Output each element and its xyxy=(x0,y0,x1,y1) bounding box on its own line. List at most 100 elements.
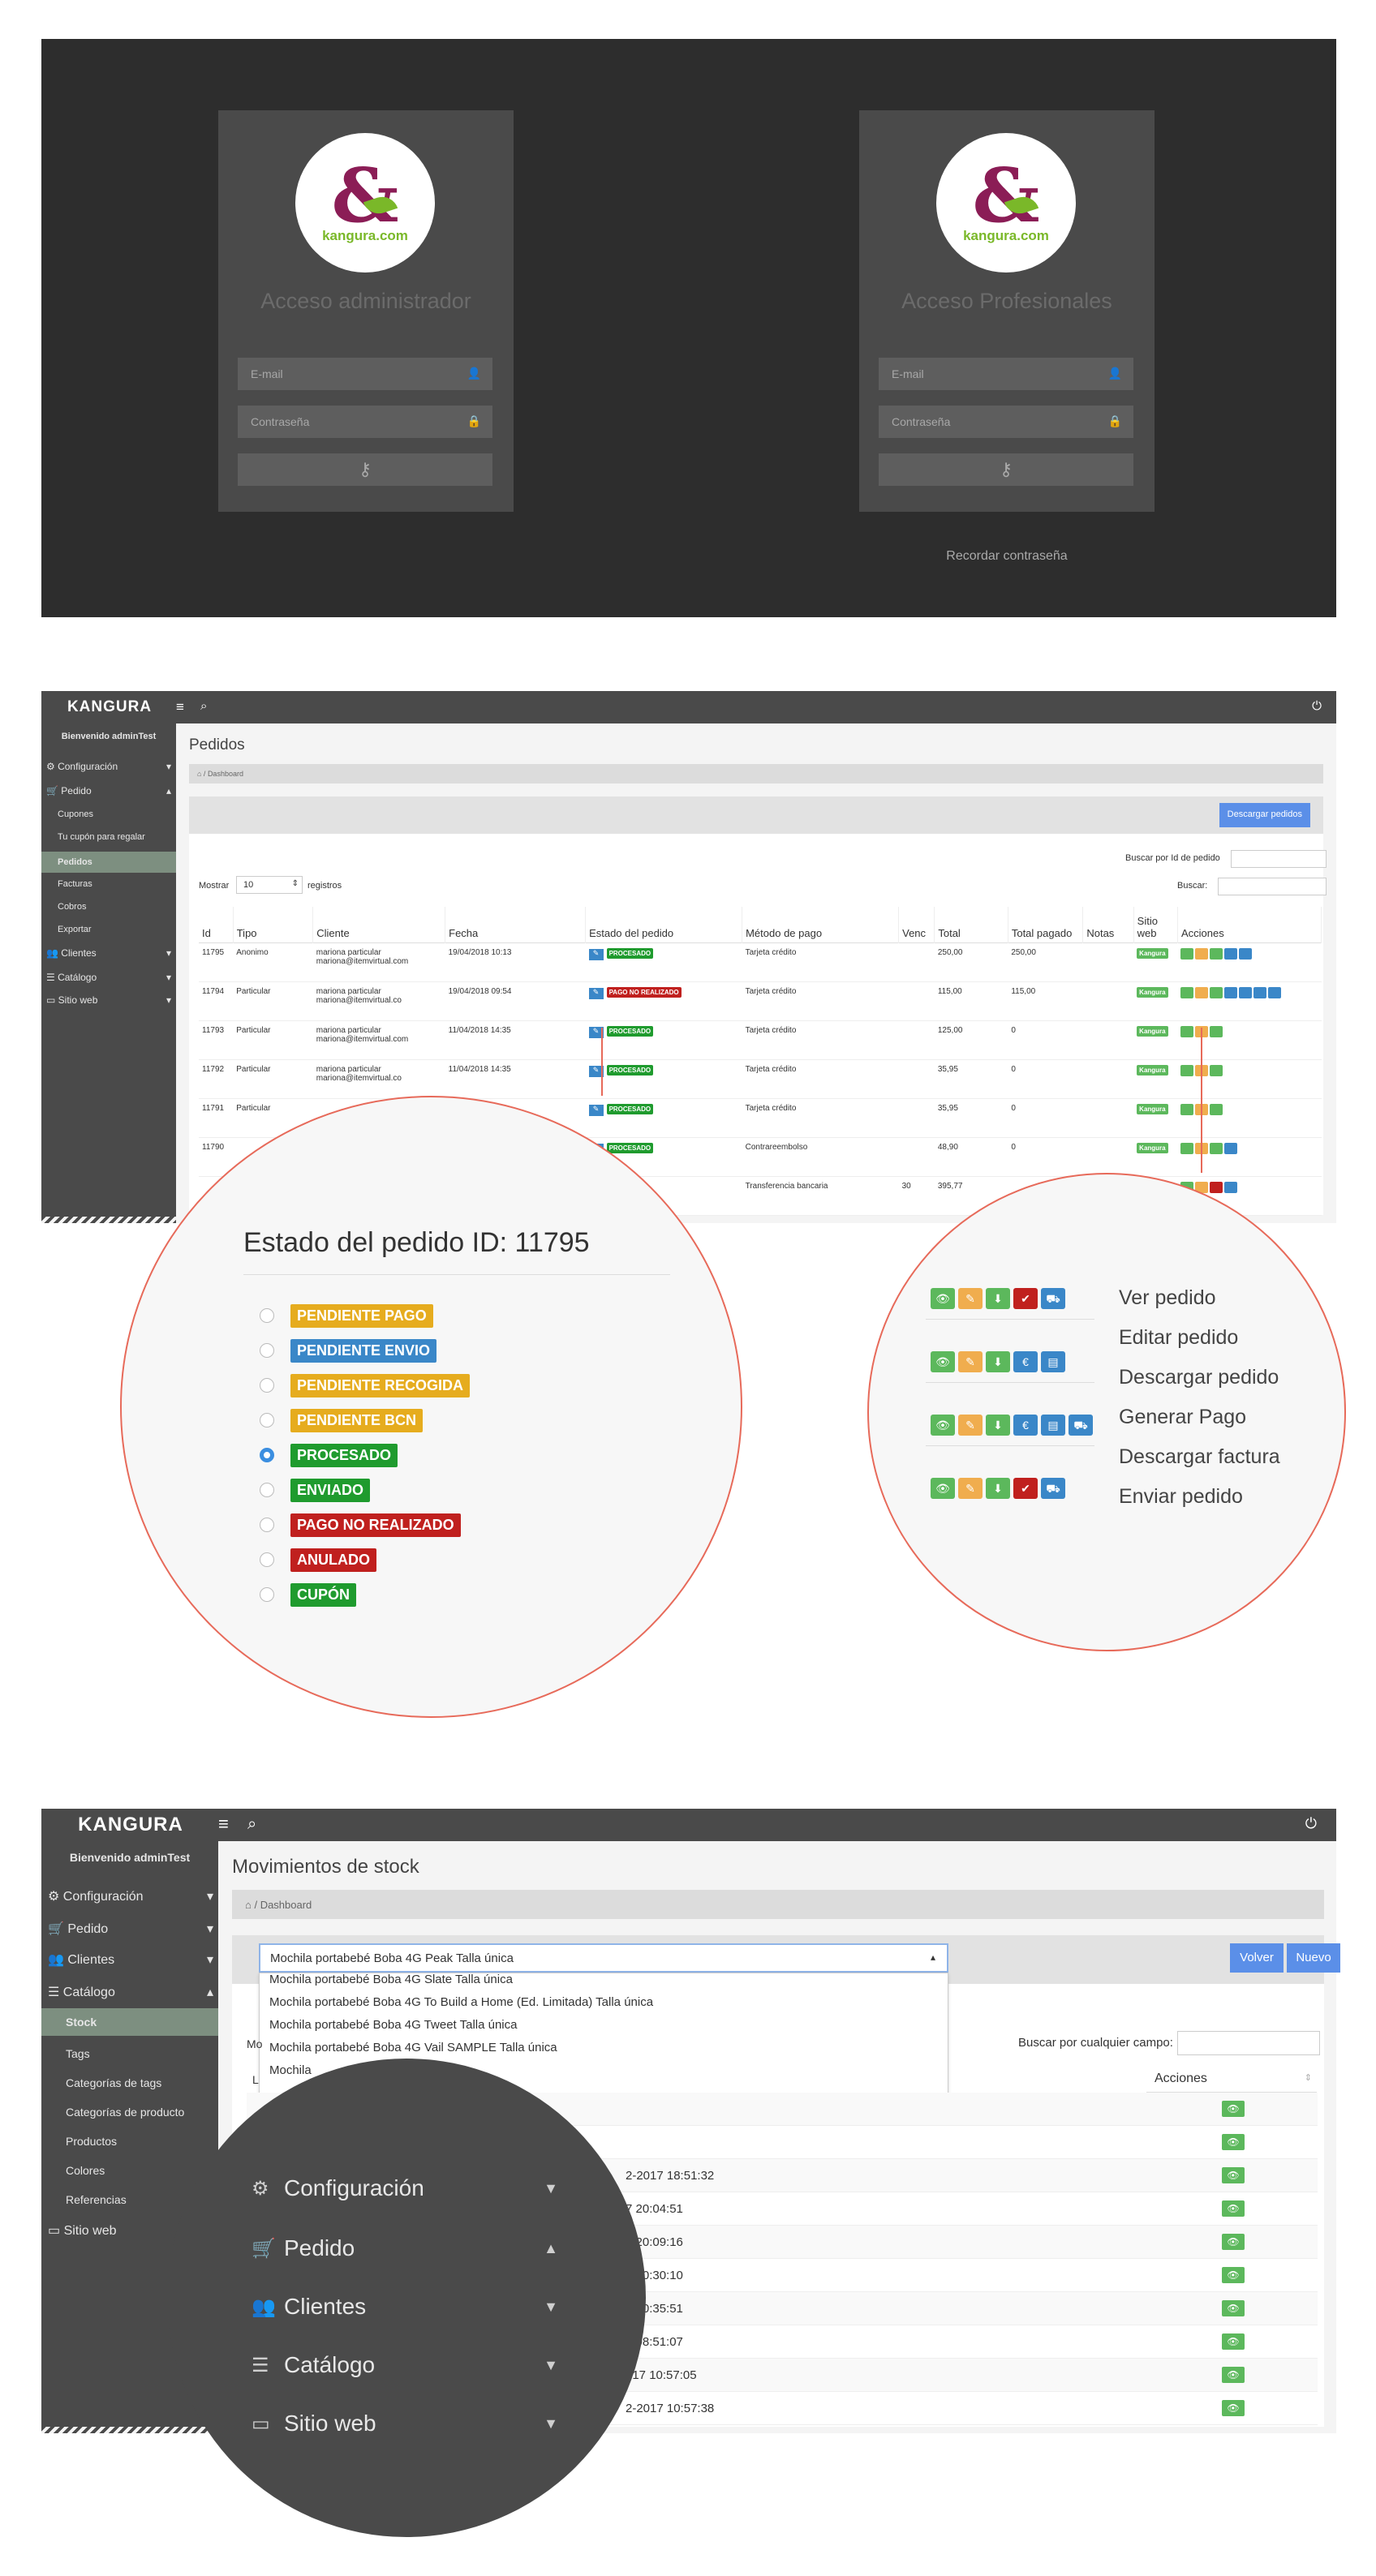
column-header[interactable]: Método de pago xyxy=(742,907,900,942)
search-id-input[interactable] xyxy=(1231,850,1327,868)
password-field[interactable]: Contraseña 🔒 xyxy=(879,406,1133,438)
download-button[interactable]: ⬇ xyxy=(986,1288,1010,1309)
table-row[interactable]: 11792 Particular mariona particular mariona… xyxy=(199,1059,1322,1098)
sidebar-item-sitio[interactable]: ▭ Sitio web ▾ xyxy=(41,994,176,1006)
download-button[interactable]: ⬇ xyxy=(986,1415,1010,1436)
row-action-button[interactable] xyxy=(1195,947,1209,960)
sidebar-sub-cobros[interactable]: Cobros xyxy=(41,902,176,912)
download-button[interactable]: ⬇ xyxy=(986,1351,1010,1372)
sidebar-item-catalogo[interactable]: ☰ Catálogo ▴ xyxy=(41,1984,218,2000)
view-button[interactable]: 👁 xyxy=(1222,2167,1245,2183)
row-action-button[interactable] xyxy=(1253,986,1267,998)
sidebar-item-config[interactable]: ⚙ Configuración ▾ xyxy=(41,761,176,772)
view-button[interactable]: 👁 xyxy=(1222,2367,1245,2383)
email-field[interactable]: E-mail 👤 xyxy=(238,358,492,390)
edit-status-icon[interactable]: ✎ xyxy=(588,987,604,999)
power-icon[interactable]: ⏻ xyxy=(1312,699,1322,713)
column-header[interactable]: Venc xyxy=(898,907,935,942)
check-button[interactable]: ✔ xyxy=(1013,1288,1038,1309)
sidebar-sub-stock[interactable]: Stock xyxy=(41,2008,218,2036)
eye-button[interactable]: 👁 xyxy=(931,1478,955,1499)
row-action-button[interactable] xyxy=(1210,1064,1223,1076)
sidebar-item-pedido[interactable]: 🛒 Pedido ▴ xyxy=(41,785,176,796)
sidebar-sub-facturas[interactable]: Facturas xyxy=(41,879,176,889)
back-button[interactable]: Volver xyxy=(1230,1943,1284,1973)
sidebar-item-pedido[interactable]: 🛒 Pedido ▾ xyxy=(41,1921,218,1937)
row-action-button[interactable] xyxy=(1180,1064,1194,1076)
view-button[interactable]: 👁 xyxy=(1222,2101,1245,2117)
file-button[interactable]: ▤ xyxy=(1041,1415,1065,1436)
eye-button[interactable]: 👁 xyxy=(931,1288,955,1309)
row-action-button[interactable] xyxy=(1239,986,1253,998)
table-row[interactable]: 11793 Particular mariona particular mariona… xyxy=(199,1020,1322,1059)
radio-button[interactable] xyxy=(260,1343,274,1358)
row-action-button[interactable] xyxy=(1210,1142,1223,1154)
view-button[interactable]: 👁 xyxy=(1222,2200,1245,2217)
dropdown-option[interactable]: Mochila portabebé Boba 4G Slate Talla ún… xyxy=(269,1973,513,1991)
radio-button[interactable] xyxy=(260,1378,274,1393)
dropdown-option[interactable]: Mochila portabebé Boba 4G Vail SAMPLE Ta… xyxy=(269,2037,557,2059)
actions-header[interactable]: Acciones ⇕ xyxy=(1146,2065,1317,2093)
row-action-button[interactable] xyxy=(1180,1142,1194,1154)
dropdown-option[interactable]: Mochila portabebé Boba 4G Tweet Talla ún… xyxy=(269,2014,517,2037)
password-field[interactable]: Contraseña 🔒 xyxy=(238,406,492,438)
radio-button[interactable] xyxy=(260,1518,274,1532)
hamburger-icon[interactable]: ≡ xyxy=(218,1814,229,1835)
row-action-button[interactable] xyxy=(1210,947,1223,960)
column-header[interactable]: Tipo xyxy=(233,907,314,942)
table-row[interactable]: 11795 Anonimo mariona particular mariona@it… xyxy=(199,942,1322,981)
search-input[interactable] xyxy=(1177,2031,1320,2055)
dropdown-option[interactable]: Mochila portabebé Boba 4G To Build a Hom… xyxy=(269,1991,653,2014)
sidebar-sub-tags[interactable]: Tags xyxy=(41,2047,218,2060)
row-action-button[interactable] xyxy=(1224,1142,1238,1154)
sidebar-item-clientes[interactable]: 👥 Clientes ▾ xyxy=(41,947,176,959)
sidebar-sub-cupones[interactable]: Cupones xyxy=(41,809,176,819)
dropdown-option[interactable]: Mochila xyxy=(269,2059,312,2082)
download-orders-button[interactable]: Descargar pedidos xyxy=(1219,803,1310,827)
row-action-button[interactable] xyxy=(1268,986,1282,998)
new-button[interactable]: Nuevo xyxy=(1287,1943,1340,1973)
column-header[interactable]: Cliente xyxy=(312,907,446,942)
sidebar-sub-categorias-tags[interactable]: Categorías de tags xyxy=(41,2076,218,2089)
edit-button[interactable]: ✎ xyxy=(958,1351,983,1372)
breadcrumb-item[interactable]: Dashboard xyxy=(208,770,243,778)
radio-button[interactable] xyxy=(260,1552,274,1567)
zoom-item-sitio[interactable]: ▭ Sitio web ▼ xyxy=(252,2399,574,2448)
view-button[interactable]: 👁 xyxy=(1222,2234,1245,2250)
login-button[interactable]: ⚷ xyxy=(238,453,492,486)
column-header[interactable]: Fecha xyxy=(445,907,587,942)
check-button[interactable]: ✔ xyxy=(1013,1478,1038,1499)
row-action-button[interactable] xyxy=(1224,1181,1238,1193)
row-action-button[interactable] xyxy=(1180,1103,1194,1115)
status-option[interactable]: PENDIENTE ENVIO xyxy=(260,1338,437,1363)
status-option[interactable]: CUPÓN xyxy=(260,1582,357,1607)
edit-status-icon[interactable]: ✎ xyxy=(588,1104,604,1116)
sidebar-sub-colores[interactable]: Colores xyxy=(41,2164,218,2177)
zoom-item-pedido[interactable]: 🛒 Pedido ▲ xyxy=(252,2224,574,2273)
row-action-button[interactable] xyxy=(1180,947,1194,960)
row-action-button[interactable] xyxy=(1224,947,1238,960)
table-row[interactable]: 11794 Particular mariona particular mariona… xyxy=(199,981,1322,1020)
sidebar-sub-categorias-producto[interactable]: Categorías de producto xyxy=(41,2106,218,2119)
status-option[interactable]: ENVIADO xyxy=(260,1478,371,1502)
column-header[interactable]: Id xyxy=(199,907,234,942)
status-option[interactable]: ANULADO xyxy=(260,1548,376,1572)
row-action-button[interactable] xyxy=(1210,986,1223,998)
sidebar-sub-pedidos[interactable]: Pedidos xyxy=(41,852,176,873)
status-option[interactable]: PENDIENTE PAGO xyxy=(260,1303,433,1328)
eye-button[interactable]: 👁 xyxy=(931,1415,955,1436)
radio-button[interactable] xyxy=(260,1587,274,1602)
sidebar-item-catalogo[interactable]: ☰ Catálogo ▾ xyxy=(41,972,176,983)
view-button[interactable]: 👁 xyxy=(1222,2400,1245,2416)
power-icon[interactable]: ⏻ xyxy=(1305,1815,1317,1832)
edit-status-icon[interactable]: ✎ xyxy=(588,948,604,960)
row-action-button[interactable] xyxy=(1180,1025,1194,1037)
sidebar-sub-cupon-regalo[interactable]: Tu cupón para regalar xyxy=(41,832,176,842)
radio-button[interactable] xyxy=(260,1448,274,1462)
euro-button[interactable]: € xyxy=(1013,1415,1038,1436)
edit-button[interactable]: ✎ xyxy=(958,1288,983,1309)
search-icon[interactable]: ⌕ xyxy=(247,1815,256,1834)
view-button[interactable]: 👁 xyxy=(1222,2267,1245,2283)
status-option[interactable]: PENDIENTE BCN xyxy=(260,1408,424,1432)
edit-button[interactable]: ✎ xyxy=(958,1478,983,1499)
